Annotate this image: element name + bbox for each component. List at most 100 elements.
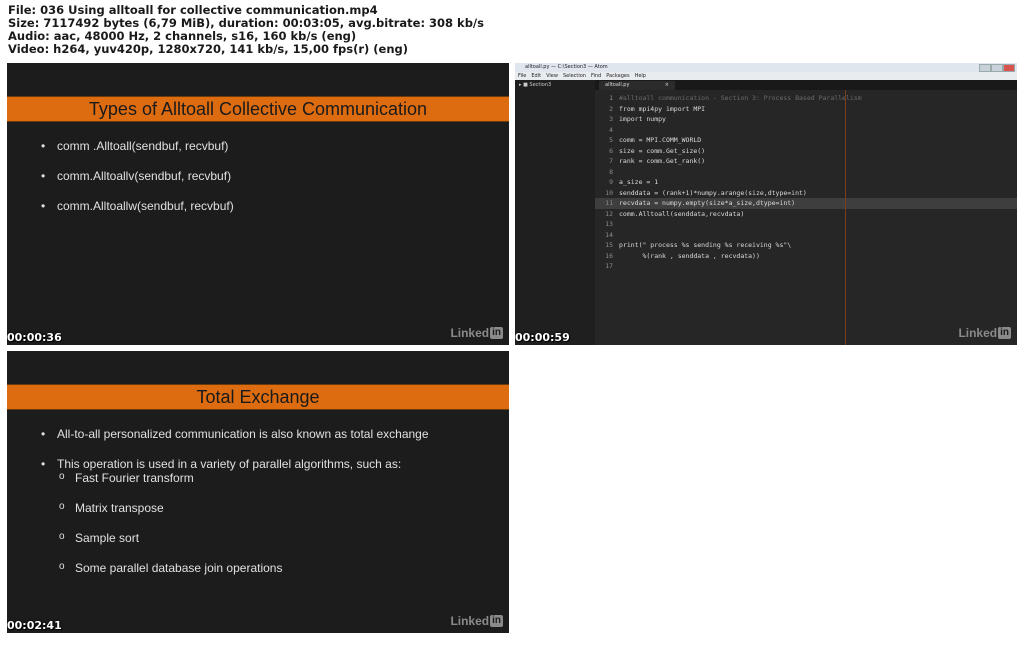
project-folder-label: Section3 <box>529 82 552 88</box>
brand-in-badge: in <box>998 327 1011 339</box>
code-line: 6 size = comm.Get_size() <box>595 146 1017 157</box>
code-text: from mpi4py import MPI <box>619 104 706 113</box>
linkedin-logo: Linked in <box>450 326 503 340</box>
editor-tabbar: alltoall.py × <box>595 80 1017 90</box>
line-number: 7 <box>609 157 613 165</box>
brand-in-badge: in <box>490 615 503 627</box>
code-text: size = comm.Get_size() <box>619 146 706 155</box>
slide-title: Types of Alltoall Collective Communicati… <box>88 99 428 119</box>
editor-menubar: File Edit View Selection Find Packages H… <box>515 72 1017 80</box>
menu-find[interactable]: Find <box>591 72 601 80</box>
bullet-item: comm .Alltoall(sendbuf, recvbuf) <box>41 139 234 153</box>
line-number: 16 <box>605 251 613 260</box>
line-number: 6 <box>609 146 613 155</box>
brand-text: Linked <box>958 326 998 340</box>
code-text: comm = MPI.COMM_WORLD <box>619 136 702 144</box>
slide-title-band: Types of Alltoall Collective Communicati… <box>7 96 509 122</box>
code-text: a_size = 1 <box>619 178 659 186</box>
code-editor[interactable]: 1 #alltoall communication - Section 3: Pr… <box>595 90 1017 345</box>
line-number: 10 <box>605 188 613 197</box>
linkedin-logo: Linked in <box>450 614 503 628</box>
line-number: 17 <box>605 262 613 270</box>
line-number: 15 <box>605 241 613 249</box>
code-line: 10 senddata = (rank+1)*numpy.arange(size,… <box>595 188 1017 199</box>
code-line: 1 #alltoall communication - Section 3: Pr… <box>595 93 1017 104</box>
code-text: rank = comm.Get_rank() <box>619 157 706 165</box>
brand-text: Linked <box>450 614 490 628</box>
sub-bullet-item: Some parallel database join operations <box>41 561 429 575</box>
linkedin-logo: Linked in <box>958 326 1011 340</box>
minimize-button[interactable] <box>979 64 991 72</box>
code-line: 17 <box>595 261 1017 272</box>
menu-file[interactable]: File <box>518 72 526 80</box>
code-line: 3 import numpy <box>595 114 1017 125</box>
video-info-line: Video: h264, yuv420p, 1280x720, 141 kb/s… <box>8 42 409 56</box>
editor-titlebar: alltoall.py — C:\Section3 — Atom <box>515 63 1017 72</box>
code-line: 12 comm.Alltoall(senddata,recvdata) <box>595 209 1017 220</box>
thumbnail-1: Types of Alltoall Collective Communicati… <box>7 63 509 345</box>
bullet-list: comm .Alltoall(sendbuf, recvbuf) comm.Al… <box>41 139 234 213</box>
brand-in-badge: in <box>490 327 503 339</box>
sub-bullet-item: Matrix transpose <box>41 501 429 515</box>
menu-view[interactable]: View <box>546 72 558 80</box>
code-line: 5 comm = MPI.COMM_WORLD <box>595 135 1017 146</box>
file-info-header: File: 036 Using alltoall for collective … <box>8 4 484 56</box>
thumbnail-2: alltoall.py — C:\Section3 — Atom File Ed… <box>515 63 1017 345</box>
line-number: 3 <box>609 115 613 123</box>
code-line: 7 rank = comm.Get_rank() <box>595 156 1017 167</box>
line-number: 9 <box>609 178 613 186</box>
wrap-guide <box>845 90 846 345</box>
maximize-button[interactable] <box>991 64 1003 72</box>
code-line-highlighted: 11 recvdata = numpy.empty(size*a_size,dty… <box>595 198 1017 209</box>
tab-close-icon[interactable]: × <box>665 81 669 90</box>
sub-bullet-item: Fast Fourier transform <box>41 471 429 485</box>
code-line: 13 <box>595 219 1017 230</box>
code-text: %(rank , senddata , recvdata)) <box>619 251 760 260</box>
menu-selection[interactable]: Selection <box>563 72 586 80</box>
code-line: 2 from mpi4py import MPI <box>595 104 1017 115</box>
line-number: 2 <box>609 104 613 113</box>
line-number: 4 <box>609 125 613 134</box>
menu-help[interactable]: Help <box>635 72 646 80</box>
sub-bullet-item: Sample sort <box>41 531 429 545</box>
bullet-item: This operation is used in a variety of p… <box>41 457 429 471</box>
menu-packages[interactable]: Packages <box>606 72 629 80</box>
slide-title-band: Total Exchange <box>7 384 509 410</box>
tree-view: ▸ ■ Section3 <box>515 80 596 345</box>
code-line: 4 <box>595 125 1017 136</box>
code-text: import numpy <box>619 115 666 123</box>
code-line: 8 <box>595 167 1017 178</box>
code-line: 16 %(rank , senddata , recvdata)) <box>595 251 1017 262</box>
timestamp: 00:02:41 <box>7 619 62 632</box>
code-text: recvdata = numpy.empty(size*a_size,dtype… <box>619 199 796 207</box>
menu-edit[interactable]: Edit <box>531 72 541 80</box>
thumbnail-3: Total Exchange All-to-all personalized c… <box>7 351 509 633</box>
code-text: senddata = (rank+1)*numpy.arange(size,dt… <box>619 188 807 197</box>
code-line: 14 <box>595 230 1017 241</box>
editor-window-title: alltoall.py — C:\Section3 — Atom <box>525 64 608 70</box>
code-text: print(" process %s sending %s receiving … <box>619 241 792 249</box>
line-number: 13 <box>605 220 613 228</box>
code-text: comm.Alltoall(senddata,recvdata) <box>619 209 745 218</box>
line-number: 8 <box>609 167 613 176</box>
bullet-list: All-to-all personalized communication is… <box>41 427 429 575</box>
tab-alltoall[interactable]: alltoall.py × <box>599 81 675 90</box>
line-number: 12 <box>605 209 613 218</box>
tab-label: alltoall.py <box>605 82 630 88</box>
bullet-item: All-to-all personalized communication is… <box>41 427 429 441</box>
bullet-item: comm.Alltoallw(sendbuf, recvbuf) <box>41 199 234 213</box>
timestamp: 00:00:59 <box>515 331 570 344</box>
slide-title: Total Exchange <box>196 387 320 407</box>
timestamp: 00:00:36 <box>7 331 62 344</box>
code-line: 9 a_size = 1 <box>595 177 1017 188</box>
close-window-button[interactable] <box>1003 64 1015 72</box>
code-text: #alltoall communication - Section 3: Pro… <box>619 94 862 102</box>
brand-text: Linked <box>450 326 490 340</box>
line-number: 11 <box>605 199 613 207</box>
bullet-item: comm.Alltoallv(sendbuf, recvbuf) <box>41 169 234 183</box>
code-line: 15 print(" process %s sending %s receivin… <box>595 240 1017 251</box>
line-number: 5 <box>609 136 613 144</box>
line-number: 1 <box>609 94 613 102</box>
line-number: 14 <box>605 230 613 239</box>
project-folder[interactable]: ▸ ■ Section3 <box>515 80 595 90</box>
